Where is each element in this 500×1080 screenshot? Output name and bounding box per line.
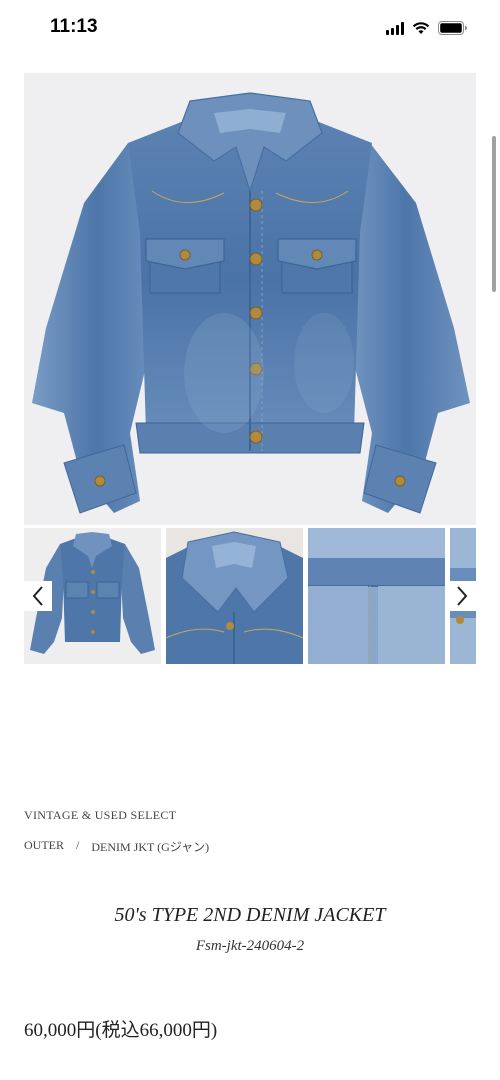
- breadcrumb: OUTER / DENIM JKT (Gジャン): [24, 838, 209, 855]
- thumbnail-strip: [24, 528, 476, 664]
- status-bar: 11:13: [0, 0, 500, 56]
- battery-icon: [438, 21, 467, 35]
- denim-jacket-illustration: [32, 92, 470, 514]
- cellular-signal-icon: [386, 21, 404, 35]
- status-time: 11:13: [50, 16, 98, 37]
- product-price: 60,000円(税込66,000円): [24, 1020, 218, 1041]
- thumbnail-fabric-closeup[interactable]: [308, 528, 445, 664]
- scrollbar[interactable]: [492, 136, 496, 292]
- breadcrumb-outer-link[interactable]: OUTER: [24, 838, 64, 855]
- product-category[interactable]: VINTAGE & USED SELECT: [24, 808, 176, 823]
- breadcrumb-denim-jkt-link[interactable]: DENIM JKT (Gジャン): [91, 838, 209, 855]
- gallery-next-button[interactable]: [448, 581, 476, 611]
- main-product-image[interactable]: [24, 73, 476, 525]
- breadcrumb-separator: /: [76, 838, 80, 852]
- chevron-left-icon: [32, 586, 43, 606]
- thumbnail-jacket-collar[interactable]: [166, 528, 303, 664]
- wifi-icon: [412, 22, 430, 34]
- product-code: Fsm-jkt-240604-2: [195, 938, 305, 954]
- product-title: 50's TYPE 2ND DENIM JACKET: [114, 904, 386, 926]
- gallery-prev-button[interactable]: [24, 581, 52, 611]
- chevron-right-icon: [457, 586, 468, 606]
- status-icons: [386, 19, 468, 37]
